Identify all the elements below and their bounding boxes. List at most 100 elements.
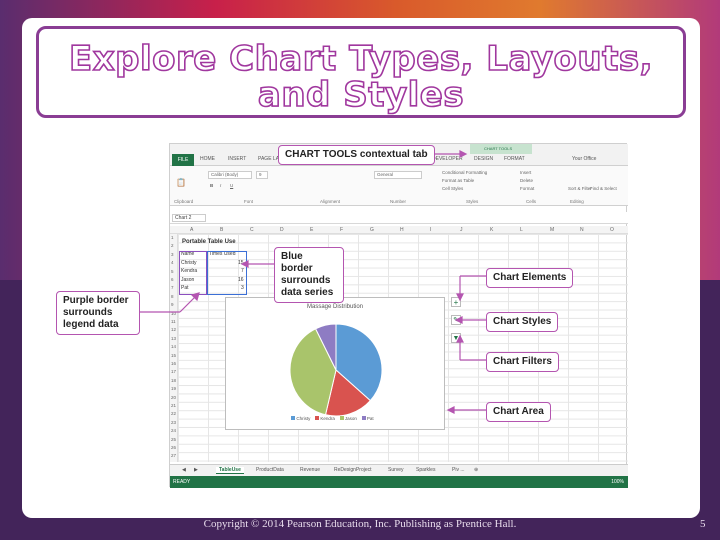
formula-bar: Chart 2 [170, 212, 628, 224]
chart-styles-brush-icon[interactable]: ✎ [451, 315, 461, 325]
row-header[interactable]: 22 [171, 411, 176, 416]
row-header[interactable]: 23 [171, 420, 176, 425]
chart-area[interactable]: Massage Distribution Christy Kendra Jason P… [225, 297, 445, 430]
row-header[interactable]: 8 [171, 294, 174, 299]
paste-icon[interactable]: 📋 [176, 178, 186, 187]
sort-filter-button[interactable]: Sort & Filter [568, 186, 592, 191]
row-header[interactable]: 18 [171, 378, 176, 383]
sheet-tab-tableuse[interactable]: TableUse [216, 467, 244, 474]
row-header[interactable]: 11 [171, 319, 176, 324]
zoom-level[interactable]: 100% [611, 476, 624, 488]
row-header[interactable]: 24 [171, 428, 176, 433]
sheet-nav-left-icon[interactable]: ◀ [182, 467, 186, 473]
legend-entry-pat[interactable]: Pat [361, 416, 374, 421]
format-as-table-button[interactable]: Format as Table [442, 178, 474, 183]
tab-format[interactable]: FORMAT [504, 156, 525, 162]
account-name[interactable]: Your Office [572, 156, 596, 162]
font-name-box[interactable]: Calibri (Body) [208, 171, 252, 179]
column-header[interactable]: G [370, 227, 374, 233]
row-header[interactable]: 25 [171, 437, 176, 442]
chart-title[interactable]: Massage Distribution [226, 304, 444, 310]
row-header[interactable]: 5 [171, 269, 174, 274]
legend-swatch [291, 416, 296, 420]
column-header[interactable]: K [490, 227, 493, 233]
insert-cells-button[interactable]: Insert [520, 170, 531, 175]
legend-entry-christy[interactable]: Christy [291, 416, 310, 421]
chart-legend[interactable]: Christy Kendra Jason Pat [226, 416, 444, 421]
tab-design[interactable]: DESIGN [474, 156, 493, 162]
row-header[interactable]: 9 [171, 302, 174, 307]
row-header[interactable]: 13 [171, 336, 176, 341]
sheet-tab-revenue[interactable]: Revenue [300, 467, 320, 473]
bold-button[interactable]: B [210, 183, 213, 188]
chart-elements-plus-icon[interactable]: + [451, 297, 461, 307]
sheet-tab-survey[interactable]: Survey [388, 467, 404, 473]
sheet-tab-more[interactable]: Piv ... [452, 467, 465, 473]
tab-home[interactable]: HOME [200, 156, 215, 162]
sheet-tab-productdata[interactable]: ProductData [256, 467, 284, 473]
row-header[interactable]: 10 [171, 311, 176, 316]
group-cells: Cells [526, 199, 537, 204]
tab-developer[interactable]: DEVELOPER [432, 156, 463, 162]
row-header[interactable]: 17 [171, 369, 176, 374]
italic-button[interactable]: I [220, 183, 221, 188]
row-header[interactable]: 19 [171, 386, 176, 391]
column-header[interactable]: L [520, 227, 523, 233]
row-header[interactable]: 27 [171, 453, 176, 458]
column-header[interactable]: B [220, 227, 223, 233]
find-select-button[interactable]: Find & Select [590, 186, 617, 191]
column-header[interactable]: C [250, 227, 254, 233]
column-header[interactable]: I [430, 227, 431, 233]
row-header[interactable]: 2 [171, 243, 174, 248]
callout-chart-styles: Chart Styles [486, 312, 559, 332]
delete-cells-button[interactable]: Delete [520, 178, 533, 183]
group-editing: Editing [570, 199, 584, 204]
column-header[interactable]: F [340, 227, 343, 233]
title-box: Explore Chart Types, Layouts, and Styles [36, 26, 686, 118]
row-header[interactable]: 20 [171, 395, 176, 400]
column-header[interactable]: A [190, 227, 193, 233]
row-header[interactable]: 3 [171, 252, 174, 257]
sheet-tab-sparkles[interactable]: Sparkles [416, 467, 435, 473]
group-alignment: Alignment [320, 199, 341, 204]
column-header[interactable]: H [400, 227, 404, 233]
legend-entry-jason[interactable]: Jason [339, 416, 357, 421]
row-header[interactable]: 21 [171, 403, 176, 408]
font-size-box[interactable]: 9 [256, 171, 268, 179]
sheet-nav-right-icon[interactable]: ▶ [194, 467, 198, 473]
underline-button[interactable]: U [230, 183, 233, 188]
legend-entry-kendra[interactable]: Kendra [315, 416, 335, 421]
row-header[interactable]: 1 [171, 235, 174, 240]
number-format-box[interactable]: General [374, 171, 422, 179]
column-header[interactable]: M [550, 227, 554, 233]
legend-swatch [361, 416, 366, 420]
row-header[interactable]: 15 [171, 353, 176, 358]
row-header[interactable]: 16 [171, 361, 176, 366]
add-sheet-icon[interactable]: ⊕ [474, 467, 478, 473]
cell-styles-button[interactable]: Cell Styles [442, 186, 463, 191]
row-header[interactable]: 12 [171, 327, 176, 332]
conditional-formatting-button[interactable]: Conditional Formatting [442, 170, 487, 175]
column-header[interactable]: N [580, 227, 584, 233]
tab-file[interactable]: FILE [172, 154, 194, 166]
row-header[interactable]: 14 [171, 344, 176, 349]
row-header[interactable]: 6 [171, 277, 174, 282]
row-headers: 1 2 3 4 5 6 7 8 9 10 11 12 13 14 15 16 17 18 19 20 21 22 23 24 2… [170, 234, 178, 462]
tab-insert[interactable]: INSERT [228, 156, 246, 162]
group-font: Font [244, 199, 254, 204]
legend-label: Jason [344, 416, 357, 421]
slide-title: Explore Chart Types, Layouts, and Styles [68, 39, 654, 115]
row-header[interactable]: 4 [171, 260, 174, 265]
column-header[interactable]: E [310, 227, 313, 233]
format-cells-button[interactable]: Format [520, 186, 534, 191]
row-header[interactable]: 7 [171, 285, 174, 290]
row-header[interactable]: 26 [171, 445, 176, 450]
column-header[interactable]: J [460, 227, 463, 233]
column-header[interactable]: D [280, 227, 284, 233]
sheet-tab-redesignproject[interactable]: ReDesignProject [334, 467, 372, 473]
chart-filters-funnel-icon[interactable]: ▼ [451, 333, 461, 343]
column-header[interactable]: O [610, 227, 614, 233]
data-series-border [207, 251, 247, 295]
pie-chart[interactable] [226, 312, 446, 422]
name-box[interactable]: Chart 2 [172, 214, 206, 222]
